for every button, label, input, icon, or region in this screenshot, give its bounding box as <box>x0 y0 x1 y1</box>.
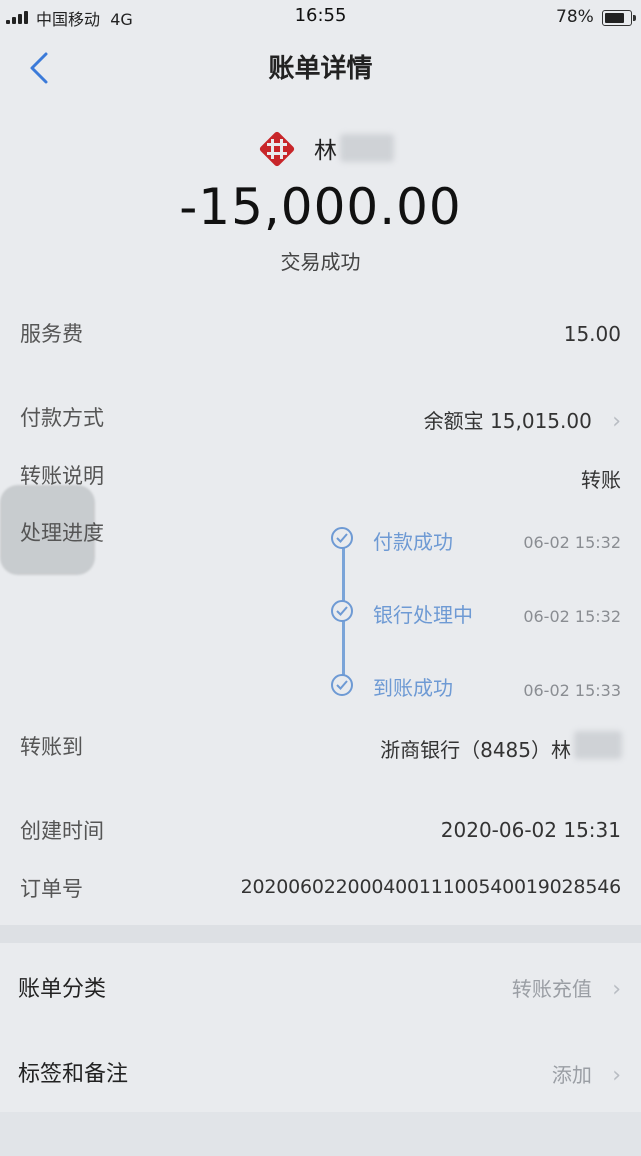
tags-notes-value-wrap: 添加 › <box>552 1059 621 1088</box>
redaction-blur <box>574 731 622 759</box>
check-circle-icon <box>331 600 353 622</box>
timeline-step-name: 银行处理中 <box>373 603 473 627</box>
redaction-blur <box>340 134 394 162</box>
payment-method-value: 余额宝 15,015.00 <box>423 409 592 433</box>
clock: 16:55 <box>294 5 347 26</box>
battery-percent: 78% <box>556 7 594 27</box>
created-time-label: 创建时间 <box>20 819 104 843</box>
timeline-step-name: 到账成功 <box>373 676 453 700</box>
bottom-divider <box>0 1112 641 1156</box>
timeline-step-name: 付款成功 <box>373 530 453 554</box>
transaction-amount: -15,000.00 <box>179 178 462 236</box>
transfer-to-label: 转账到 <box>20 735 83 759</box>
tags-notes-label: 标签和备注 <box>18 1062 129 1087</box>
service-fee-label: 服务费 <box>20 322 83 346</box>
section-divider <box>0 925 641 943</box>
bill-category-label: 账单分类 <box>18 977 107 1002</box>
service-fee-value: 15.00 <box>563 322 621 346</box>
bill-category-value-wrap: 转账充值 › <box>512 973 621 1002</box>
bill-category-row[interactable]: 账单分类 转账充值 › <box>0 943 641 1023</box>
page-title: 账单详情 <box>268 54 373 84</box>
timeline-step-time: 06-02 15:33 <box>523 681 621 700</box>
timeline-step-time: 06-02 15:32 <box>523 607 621 626</box>
battery-icon <box>602 10 632 26</box>
status-bar: 中国移动 4G 16:55 78% <box>0 0 641 36</box>
order-number-label: 订单号 <box>20 877 83 901</box>
chevron-right-icon: › <box>598 1063 621 1088</box>
tags-notes-row[interactable]: 标签和备注 添加 › <box>0 1028 641 1108</box>
transfer-note-value: 转账 <box>581 468 621 492</box>
bank-logo-icon <box>258 130 296 168</box>
progress-label: 处理进度 <box>20 521 104 545</box>
chevron-right-icon: › <box>598 977 621 1002</box>
created-time-value: 2020-06-02 15:31 <box>440 818 621 842</box>
order-number-value: 20200602200040011100540019028546 <box>240 876 622 898</box>
transaction-status: 交易成功 <box>280 250 361 274</box>
chevron-right-icon: › <box>598 409 621 434</box>
transfer-to-value: 浙商银行（8485）林 <box>380 738 571 762</box>
bill-category-value: 转账充值 <box>511 977 592 1001</box>
check-circle-icon <box>331 674 353 696</box>
timeline-step-time: 06-02 15:32 <box>523 533 621 552</box>
payment-method-row[interactable]: 余额宝 15,015.00 › <box>424 405 621 434</box>
tags-add-link: 添加 <box>551 1063 592 1087</box>
payment-method-label: 付款方式 <box>20 406 104 430</box>
payee-name: 林 <box>314 138 337 164</box>
check-circle-icon <box>331 527 353 549</box>
battery-tip <box>633 15 636 21</box>
